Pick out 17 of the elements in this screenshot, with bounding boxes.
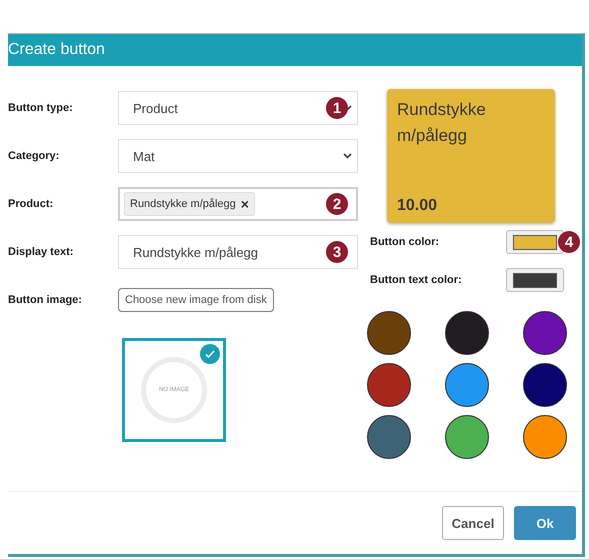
choose-image-button[interactable]: Choose new image from disk [118, 288, 274, 312]
cancel-button[interactable]: Cancel [442, 506, 504, 540]
preview-title: Rundstykke m/pålegg [397, 99, 487, 146]
preview-price: 10.00 [397, 197, 438, 215]
field-label: Category: [8, 150, 60, 162]
step-number-badge: 4 [558, 231, 580, 253]
ok-button[interactable]: Ok [514, 506, 576, 540]
product-tag: Rundstykke m/pålegg × [124, 192, 255, 216]
field-label: Button text color: [370, 274, 463, 286]
field-label: Button color: [370, 236, 440, 248]
field-label: Button type: [8, 102, 74, 114]
field-label: Product: [8, 198, 54, 210]
field-label: Button image: [8, 294, 83, 306]
remove-tag-button[interactable]: × [240, 197, 249, 211]
field-label: Display text: [8, 246, 74, 258]
dropdown-field[interactable]: Mat [118, 139, 358, 173]
dialog-title: Create button [8, 41, 105, 59]
